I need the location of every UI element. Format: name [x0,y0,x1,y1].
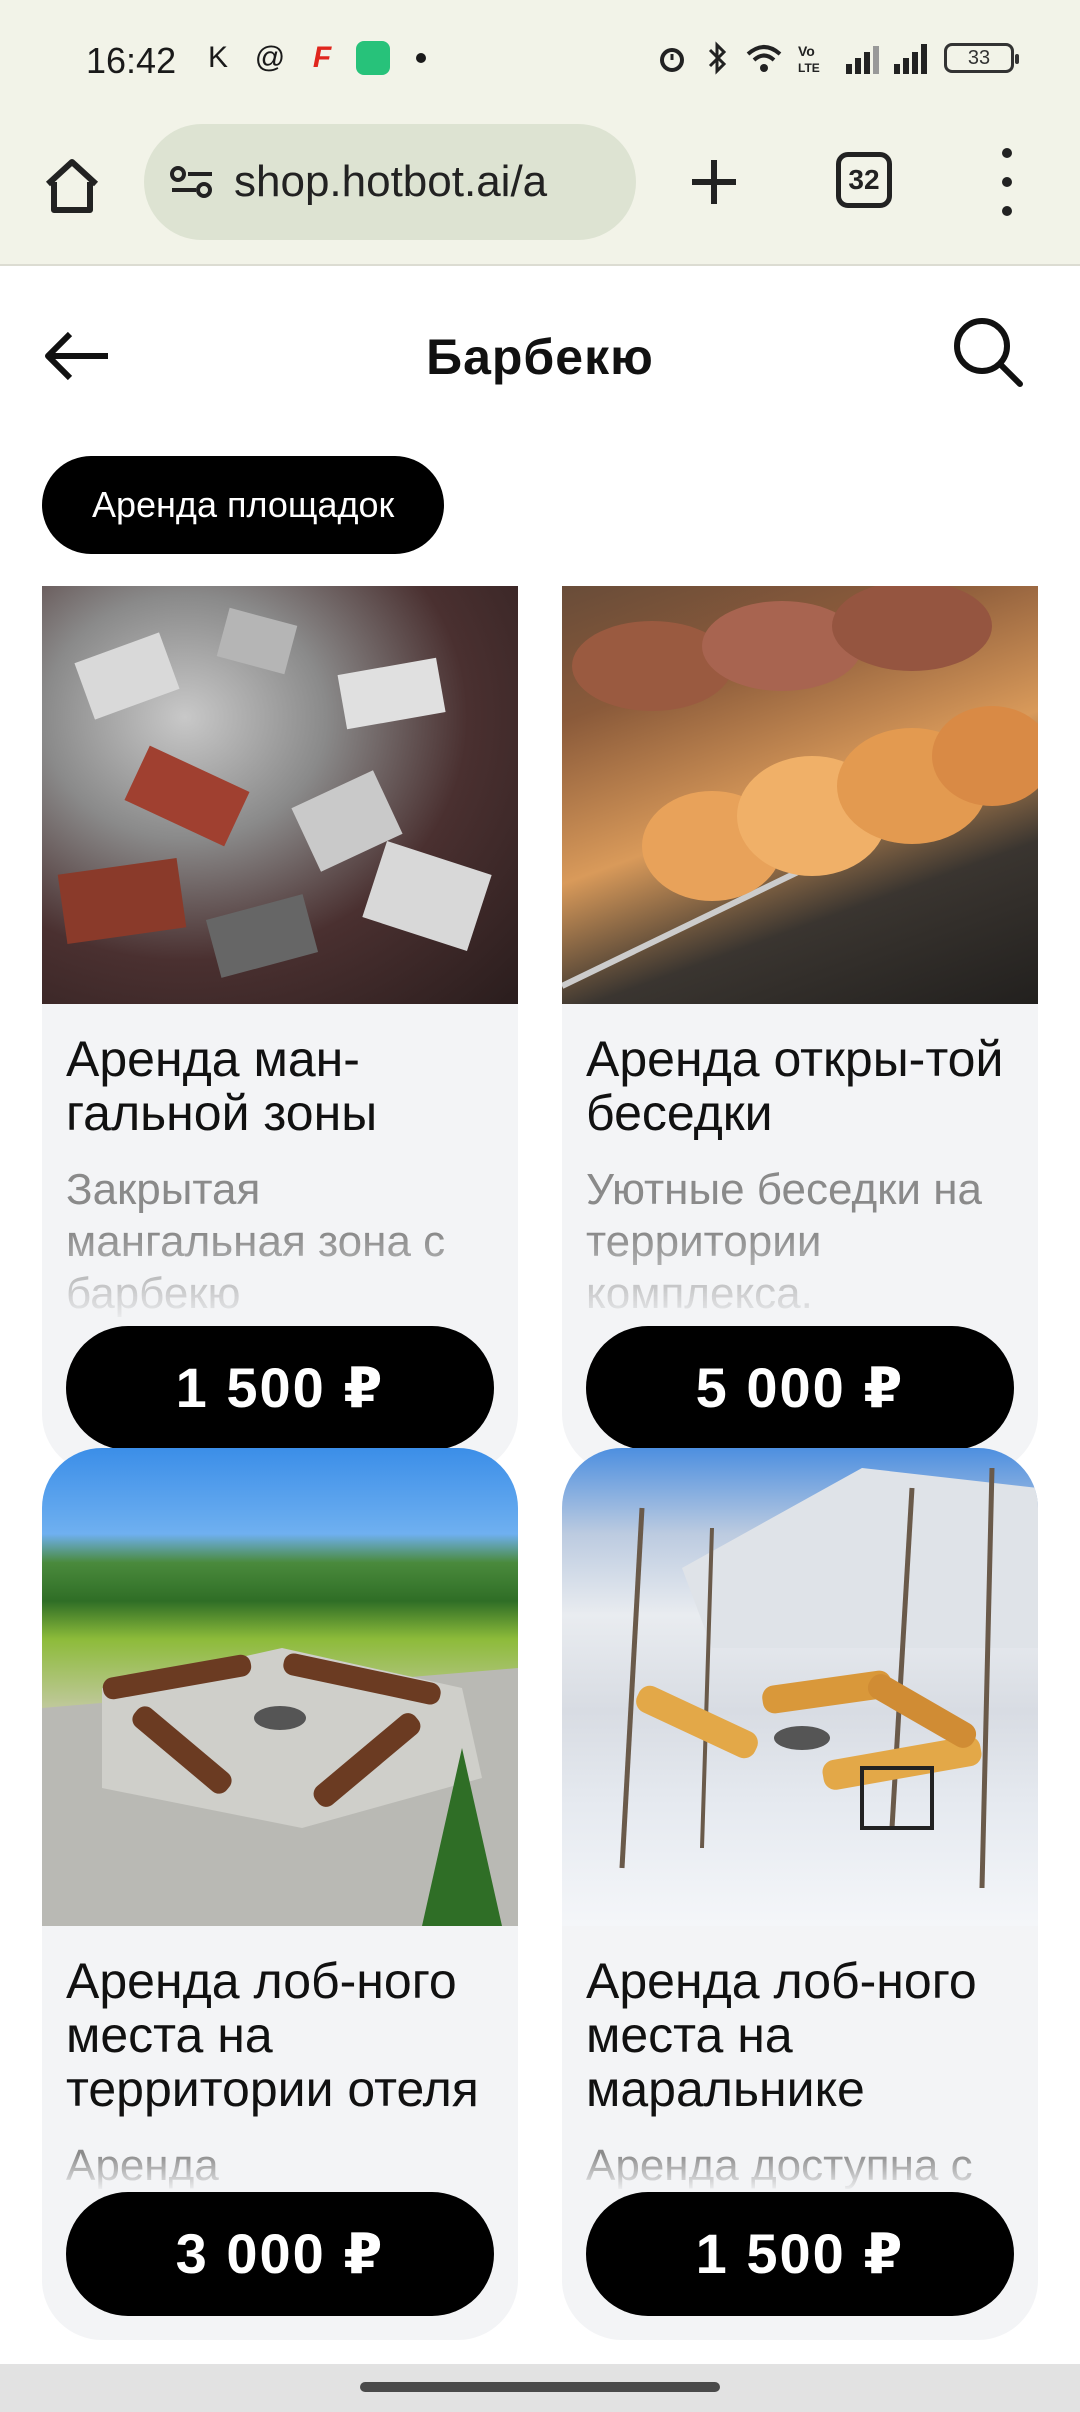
price-button[interactable]: 5 000 ₽ [586,1326,1014,1450]
volte-icon: Vo LTE [798,43,820,75]
product-grid: Аренда ман-гальной зоны Закрытая мангаль… [0,586,1080,2364]
product-card[interactable]: Аренда лоб-ного места на территории отел… [42,1448,518,2340]
product-title: Аренда откры-той беседки [586,1031,1004,1141]
product-card[interactable]: Аренда ман-гальной зоны Закрытая мангаль… [42,586,518,1474]
browser-menu-icon[interactable] [992,148,1022,216]
product-description: Аренда доступна с 8:00 [586,2141,973,2190]
product-card[interactable]: Аренда откры-той беседки Уютные беседки … [562,586,1038,1474]
product-description: Уютные беседки на территории комплекса. [586,1165,982,1318]
at-icon: @ [254,41,286,74]
signal-icon [846,46,879,74]
price-button[interactable]: 3 000 ₽ [66,2192,494,2316]
signal-icon [894,44,927,74]
url-text: shop.hotbot.ai/a [234,157,548,206]
winter-firepit-illustration [619,1467,1038,1889]
app-header: Барбекю Аренда площадок [0,268,1080,586]
page-title: Барбекю [426,329,654,385]
kaspersky-icon: K [207,41,228,74]
product-description: Закрытая мангальная зона с барбекю [66,1165,446,1318]
product-card[interactable]: Аренда лоб-ного места на маральнике Арен… [562,1448,1038,2340]
site-settings-icon[interactable] [168,162,216,202]
address-bar[interactable]: shop.hotbot.ai/a [144,124,636,240]
bluetooth-icon [708,41,727,75]
category-chip[interactable]: Аренда площадок [42,456,445,554]
search-icon[interactable] [948,312,1028,392]
price-button[interactable]: 1 500 ₽ [66,1326,494,1450]
dot-icon [416,53,426,63]
summer-firepit-illustration [42,1648,518,1926]
status-right-icons: Vo LTE 33 [654,40,1019,76]
wifi-icon [746,45,782,72]
system-nav-bar [0,2364,1080,2412]
product-photo [562,586,1038,1004]
tab-switcher-button[interactable]: 32 [836,152,892,208]
svg-text:Vo: Vo [798,43,815,59]
kebab-illustration [562,586,1038,989]
browser-toolbar: shop.hotbot.ai/a 32 [0,124,1080,266]
gesture-handle[interactable] [360,2382,720,2392]
product-photo [42,586,518,1004]
product-photo [42,1448,518,1926]
coals-illustration [57,607,492,978]
svg-text:LTE: LTE [798,61,820,75]
battery-icon: 33 [944,43,1019,73]
alarm-icon [660,48,684,72]
status-bar: 16:42 K @ F Vo LTE 33 [0,0,1080,124]
home-icon[interactable] [40,154,104,218]
product-title: Аренда лоб-ного места на территории отел… [66,1953,479,2117]
product-title: Аренда ман-гальной зоны [66,1031,378,1141]
f-app-icon: F [312,41,332,74]
product-title: Аренда лоб-ного места на маральнике [586,1953,977,2117]
price-button[interactable]: 1 500 ₽ [586,2192,1014,2316]
status-left-icons: K @ F [200,40,426,76]
green-app-icon [356,41,390,75]
product-description: Аренда [66,2141,219,2190]
product-photo [562,1448,1038,1926]
new-tab-icon[interactable] [680,148,748,216]
status-time: 16:42 [86,40,177,81]
